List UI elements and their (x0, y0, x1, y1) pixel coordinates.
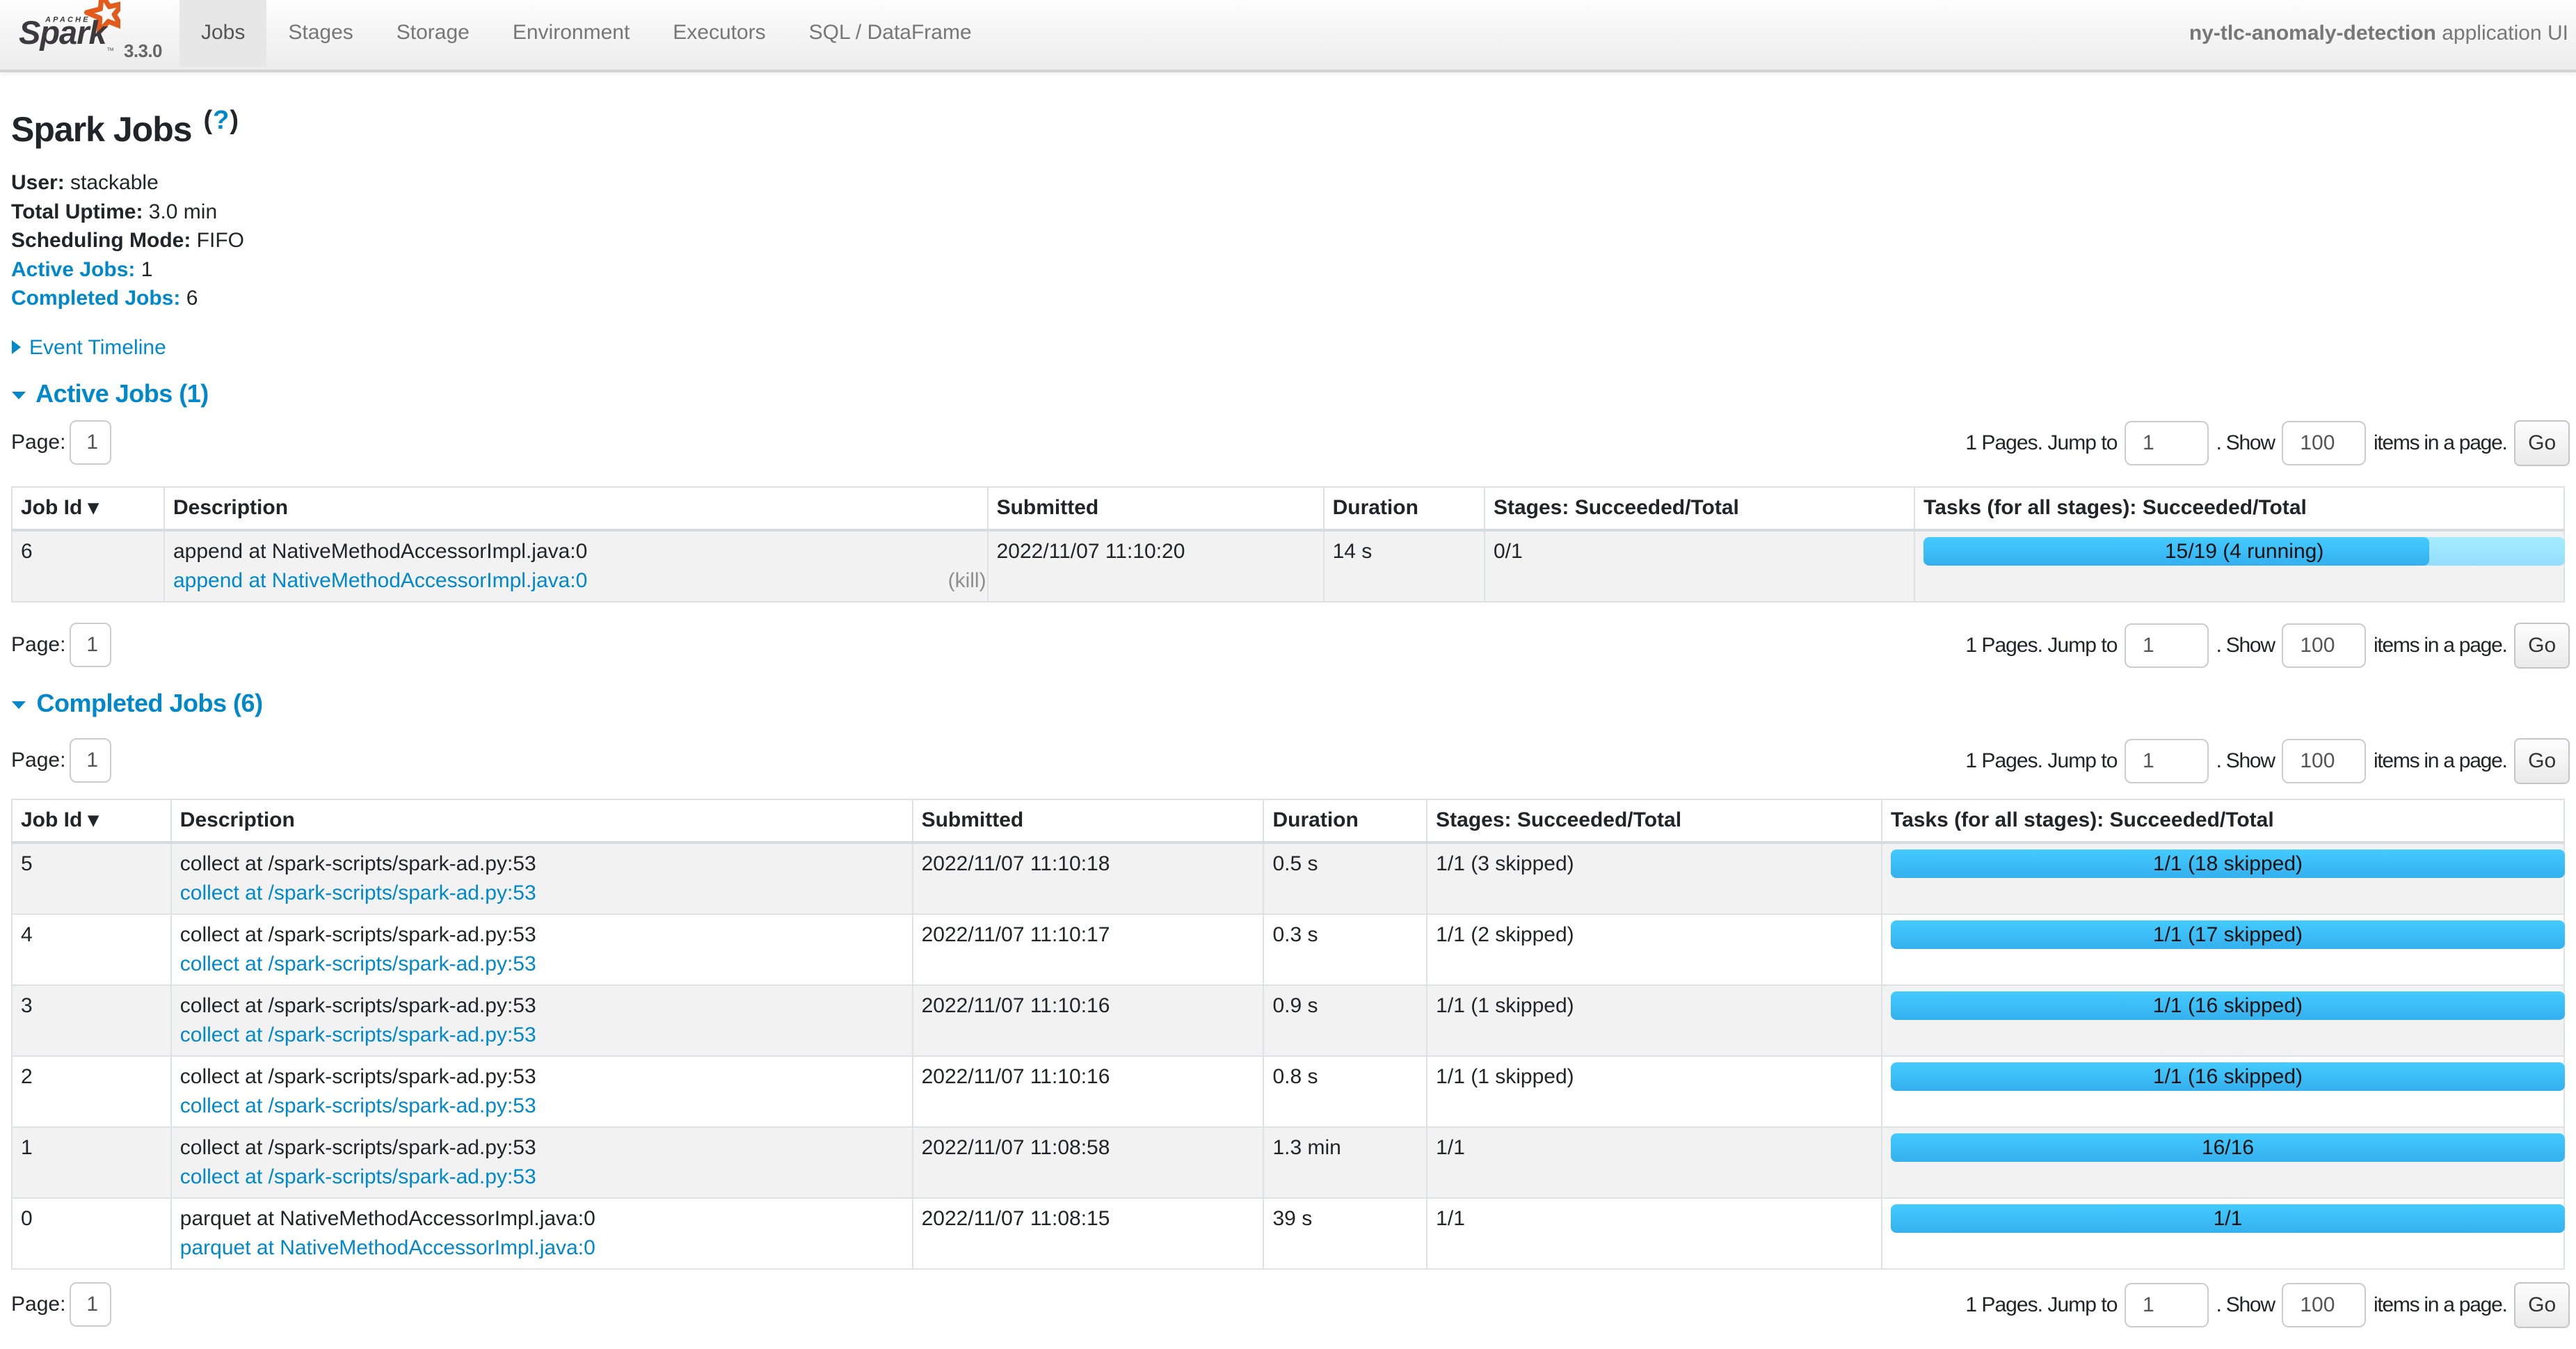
svg-text:TM: TM (107, 47, 113, 52)
svg-text:Spark: Spark (19, 14, 109, 51)
